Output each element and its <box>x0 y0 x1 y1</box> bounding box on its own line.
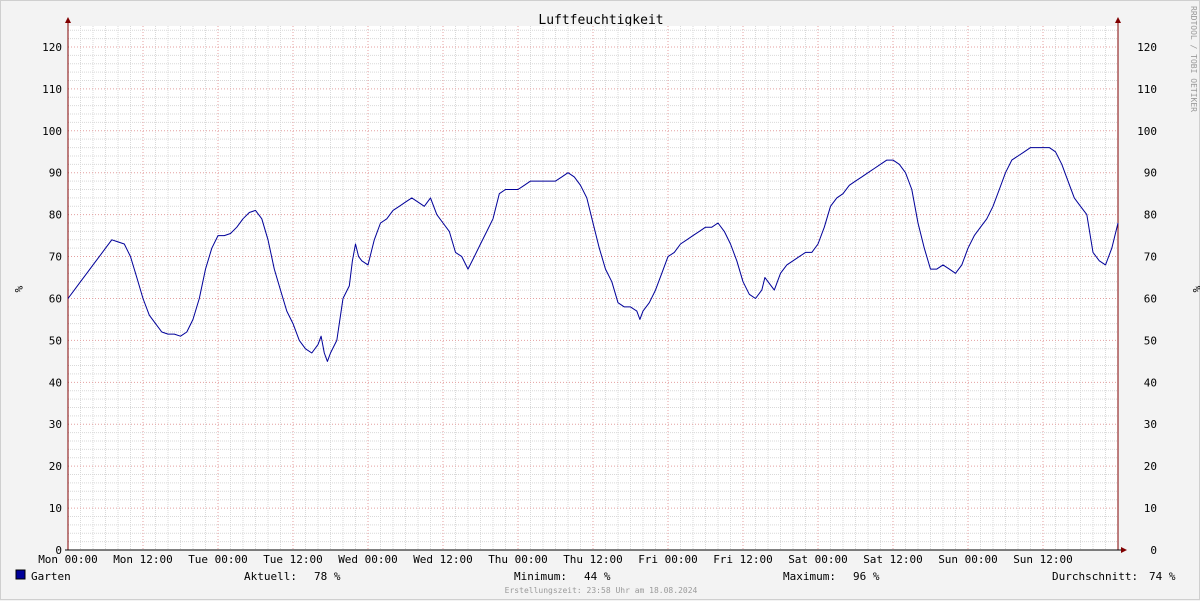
y-tick-label-right: 40 <box>1144 376 1157 389</box>
y-tick-label-right: 90 <box>1144 167 1157 180</box>
stat-avg-label: Durchschnitt: <box>1052 570 1138 583</box>
y-tick-label-right: 60 <box>1144 292 1157 305</box>
stat-max-value: 96 % <box>853 570 880 583</box>
x-tick-label: Fri 12:00 <box>713 553 773 566</box>
y-tick-label-right: 100 <box>1137 125 1157 138</box>
x-tick-label: Tue 00:00 <box>188 553 248 566</box>
x-tick-label: Sun 12:00 <box>1013 553 1073 566</box>
y-tick-label-left: 120 <box>42 41 62 54</box>
plot-area: 0 010 1020 2030 3040 4050 5060 6070 7080 8090 9010… <box>38 17 1157 566</box>
x-tick-label: Tue 12:00 <box>263 553 323 566</box>
stat-current-value: 78 % <box>314 570 341 583</box>
rrdtool-watermark: RRDTOOL / TOBI OETIKER <box>1189 6 1198 112</box>
legend-swatch <box>15 569 26 580</box>
y-tick-label-left: 60 <box>49 292 62 305</box>
y-axis-label-right: % <box>1190 286 1200 293</box>
stat-min-value: 44 % <box>584 570 611 583</box>
y-tick-label-left: 20 <box>49 460 62 473</box>
y-tick-label-right: 110 <box>1137 83 1157 96</box>
y-tick-label-right: 70 <box>1144 251 1157 264</box>
y-tick-label-right: 80 <box>1144 209 1157 222</box>
x-tick-label: Wed 00:00 <box>338 553 398 566</box>
legend-label: Garten <box>31 570 71 583</box>
x-tick-label: Mon 00:00 <box>38 553 98 566</box>
x-tick-label: Wed 12:00 <box>413 553 473 566</box>
y-tick-label-left: 50 <box>49 334 62 347</box>
stat-avg-value: 74 % <box>1149 570 1176 583</box>
y-tick-label-left: 10 <box>49 502 62 515</box>
y-axis-label-left: % <box>12 286 25 293</box>
y-tick-label-left: 40 <box>49 376 62 389</box>
x-tick-label: Thu 12:00 <box>563 553 623 566</box>
graph-frame: Luftfeuchtigkeit RRDTOOL / TOBI OETIKER … <box>0 0 1200 600</box>
x-tick-label: Sat 00:00 <box>788 553 848 566</box>
y-tick-label-left: 110 <box>42 83 62 96</box>
y-tick-label-right: 30 <box>1144 418 1157 431</box>
stat-max-label: Maximum: <box>783 570 836 583</box>
stat-current-label: Aktuell: <box>244 570 297 583</box>
x-tick-label: Fri 00:00 <box>638 553 698 566</box>
y-tick-label-left: 30 <box>49 418 62 431</box>
y-tick-label-left: 70 <box>49 251 62 264</box>
x-tick-label: Mon 12:00 <box>113 553 173 566</box>
y-tick-label-right: 50 <box>1144 334 1157 347</box>
chart-title: Luftfeuchtigkeit <box>538 13 663 28</box>
legend-row: Garten Aktuell: 78 % Minimum: 44 % Maxim… <box>15 569 1176 583</box>
x-tick-label: Sun 00:00 <box>938 553 998 566</box>
y-tick-label-right: 120 <box>1137 41 1157 54</box>
y-axis-arrow-right <box>1115 17 1121 23</box>
y-axis-arrow-left <box>65 17 71 23</box>
creation-time-footer: Erstellungszeit: 23:58 Uhr am 18.08.2024 <box>505 586 698 595</box>
x-tick-label: Sat 12:00 <box>863 553 923 566</box>
humidity-chart: Luftfeuchtigkeit RRDTOOL / TOBI OETIKER … <box>12 6 1200 595</box>
y-tick-label-right: 0 <box>1150 544 1157 557</box>
x-axis-arrow <box>1121 547 1127 553</box>
y-tick-label-left: 90 <box>49 167 62 180</box>
y-tick-label-left: 80 <box>49 209 62 222</box>
y-tick-label-left: 100 <box>42 125 62 138</box>
stat-min-label: Minimum: <box>514 570 567 583</box>
y-tick-label-right: 10 <box>1144 502 1157 515</box>
y-tick-label-right: 20 <box>1144 460 1157 473</box>
x-tick-label: Thu 00:00 <box>488 553 548 566</box>
